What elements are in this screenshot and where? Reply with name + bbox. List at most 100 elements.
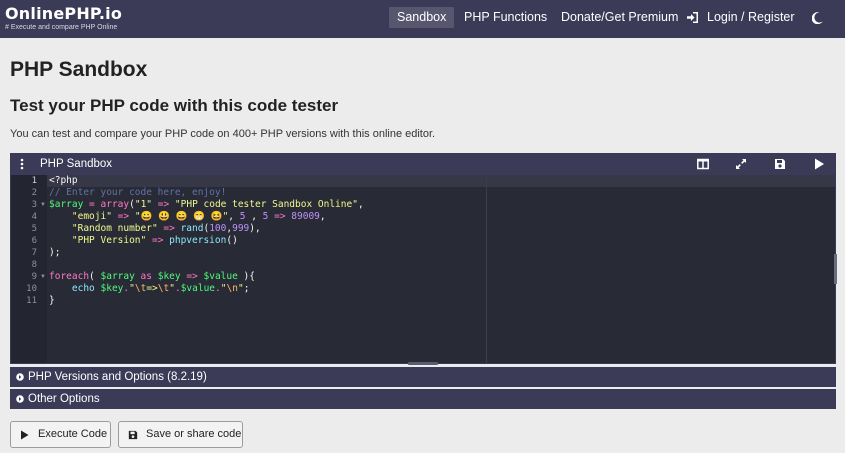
code-token: =>: [152, 199, 175, 210]
line-number: 7: [31, 248, 37, 258]
code-token: \t: [134, 283, 147, 294]
nav-donate[interactable]: Donate/Get Premium: [553, 7, 686, 28]
php-versions-label: PHP Versions and Options (8.2.19): [28, 371, 207, 383]
menu-dots-icon[interactable]: [20, 158, 24, 170]
login-icon: [687, 12, 698, 24]
code-line-2[interactable]: // Enter your code here, enjoy!: [49, 187, 226, 199]
execute-code-button[interactable]: Execute Code: [10, 421, 111, 448]
code-token: =>: [157, 223, 181, 234]
save-icon[interactable]: [774, 158, 786, 170]
page-title: PHP Sandbox: [10, 58, 148, 81]
line-gutter: 1 2 3 ▼ 4 5 6 7 8 9 ▼ 10 11: [11, 175, 47, 363]
code-token: 89009: [291, 211, 320, 222]
sandbox-header: PHP Sandbox: [11, 154, 835, 175]
editor-resize-handle[interactable]: [408, 362, 438, 365]
code-line-7[interactable]: );: [49, 247, 60, 259]
code-token: $value: [180, 283, 216, 294]
code-token: ,: [319, 211, 326, 222]
code-token: =>: [146, 283, 158, 294]
line-number: 10: [26, 284, 37, 294]
code-token: $key: [157, 271, 181, 282]
code-token: ,: [357, 199, 364, 210]
expand-icon[interactable]: [735, 158, 747, 170]
code-line-11[interactable]: }: [49, 295, 55, 307]
fold-arrow-icon[interactable]: ▼: [40, 271, 46, 283]
code-line-4[interactable]: "emoji" => "😀 😃 😄 😁 😆", 5 , 5 => 89009,: [49, 211, 326, 223]
split-layout-icon[interactable]: [697, 158, 709, 170]
code-line-3[interactable]: $array = array("1" => "PHP code tester S…: [49, 199, 364, 211]
fold-arrow-icon[interactable]: ▼: [40, 199, 46, 211]
editor-scrollbar[interactable]: [834, 254, 837, 284]
code-token: foreach: [49, 271, 90, 282]
play-icon: [21, 430, 29, 440]
code-token: $value: [203, 271, 238, 282]
other-options-toggle[interactable]: Other Options: [10, 389, 836, 409]
code-token: (: [89, 271, 101, 282]
nav-sandbox[interactable]: Sandbox: [389, 7, 455, 28]
code-token: ,: [228, 211, 240, 222]
code-token: =>: [111, 211, 135, 222]
brand-logo[interactable]: OnlinePHP.io # Execute and compare PHP O…: [5, 4, 122, 32]
page-description: You can test and compare your PHP code o…: [10, 128, 436, 140]
code-token: (): [226, 235, 238, 246]
nav-php-functions-label: PHP Functions: [464, 10, 548, 24]
code-token: $array: [49, 199, 84, 210]
code-token: "1": [134, 199, 153, 210]
nav-donate-label: Donate/Get Premium: [561, 10, 679, 24]
code-line-5[interactable]: "Random number" => rand(100,999),: [49, 223, 261, 235]
code-line-10[interactable]: echo $key."\t=>\t".$value."\n";: [49, 283, 250, 295]
play-icon[interactable]: [813, 158, 825, 170]
nav-php-functions[interactable]: PHP Functions: [456, 7, 555, 28]
line-number: 6: [31, 236, 37, 246]
line-number: 1: [31, 176, 37, 186]
code-line-6[interactable]: "PHP Version" => phpversion(): [49, 235, 238, 247]
code-line-1[interactable]: <?php: [49, 175, 78, 187]
code-token: array: [100, 199, 130, 210]
php-versions-toggle[interactable]: PHP Versions and Options (8.2.19): [10, 367, 836, 387]
execute-code-label: Execute Code: [38, 428, 108, 440]
save-share-button[interactable]: Save or share code: [118, 421, 243, 448]
code-token: $key: [100, 283, 124, 294]
line-number: 3: [31, 200, 37, 210]
code-line-9[interactable]: foreach( $array as $key => $value ){: [49, 271, 255, 283]
moon-icon[interactable]: [812, 12, 823, 24]
code-token: }: [49, 295, 55, 306]
code-token: \t: [157, 283, 170, 294]
line-number: 11: [26, 296, 37, 306]
top-navbar: OnlinePHP.io # Execute and compare PHP O…: [0, 0, 845, 38]
code-token: );: [49, 247, 61, 258]
code-token: ;: [243, 283, 250, 294]
active-line-highlight: [47, 175, 835, 187]
code-token: ),: [249, 223, 261, 234]
code-comment: // Enter your code here, enjoy!: [49, 187, 227, 198]
code-token: "Random number": [71, 223, 158, 234]
line-number: 9: [31, 272, 37, 282]
code-token: "😀 😃 😄 😁 😆": [134, 211, 229, 222]
code-token: =>: [268, 211, 292, 222]
code-token: ,: [245, 211, 263, 222]
code-token: echo: [71, 283, 95, 294]
code-token: 100: [209, 223, 227, 234]
expand-circle-icon: [16, 373, 24, 381]
code-token: <?php: [49, 175, 78, 186]
expand-circle-icon: [16, 395, 24, 403]
code-token: ){: [237, 271, 255, 282]
code-token: =>: [180, 271, 204, 282]
sandbox-panel: PHP Sandbox 1 2 3 ▼ 4 5 6 7 8 9 ▼ 10 11 …: [10, 153, 837, 365]
line-number: 4: [31, 212, 37, 222]
print-margin-divider: [486, 175, 487, 363]
brand-name: OnlinePHP.io: [5, 4, 123, 23]
code-token: "PHP Version": [71, 235, 147, 246]
code-token: =>: [146, 235, 170, 246]
nav-login-register[interactable]: Login / Register: [679, 7, 803, 28]
code-token: =: [83, 199, 101, 210]
nav-login-label: Login / Register: [707, 10, 795, 24]
save-icon: [128, 430, 138, 440]
nav-sandbox-label: Sandbox: [397, 10, 447, 24]
code-token: "emoji": [71, 211, 112, 222]
other-options-label: Other Options: [28, 393, 100, 405]
save-share-label: Save or share code: [146, 428, 242, 440]
code-token: $array: [100, 271, 135, 282]
code-token: "PHP code tester Sandbox Online": [174, 199, 358, 210]
code-token: \n: [226, 283, 238, 294]
